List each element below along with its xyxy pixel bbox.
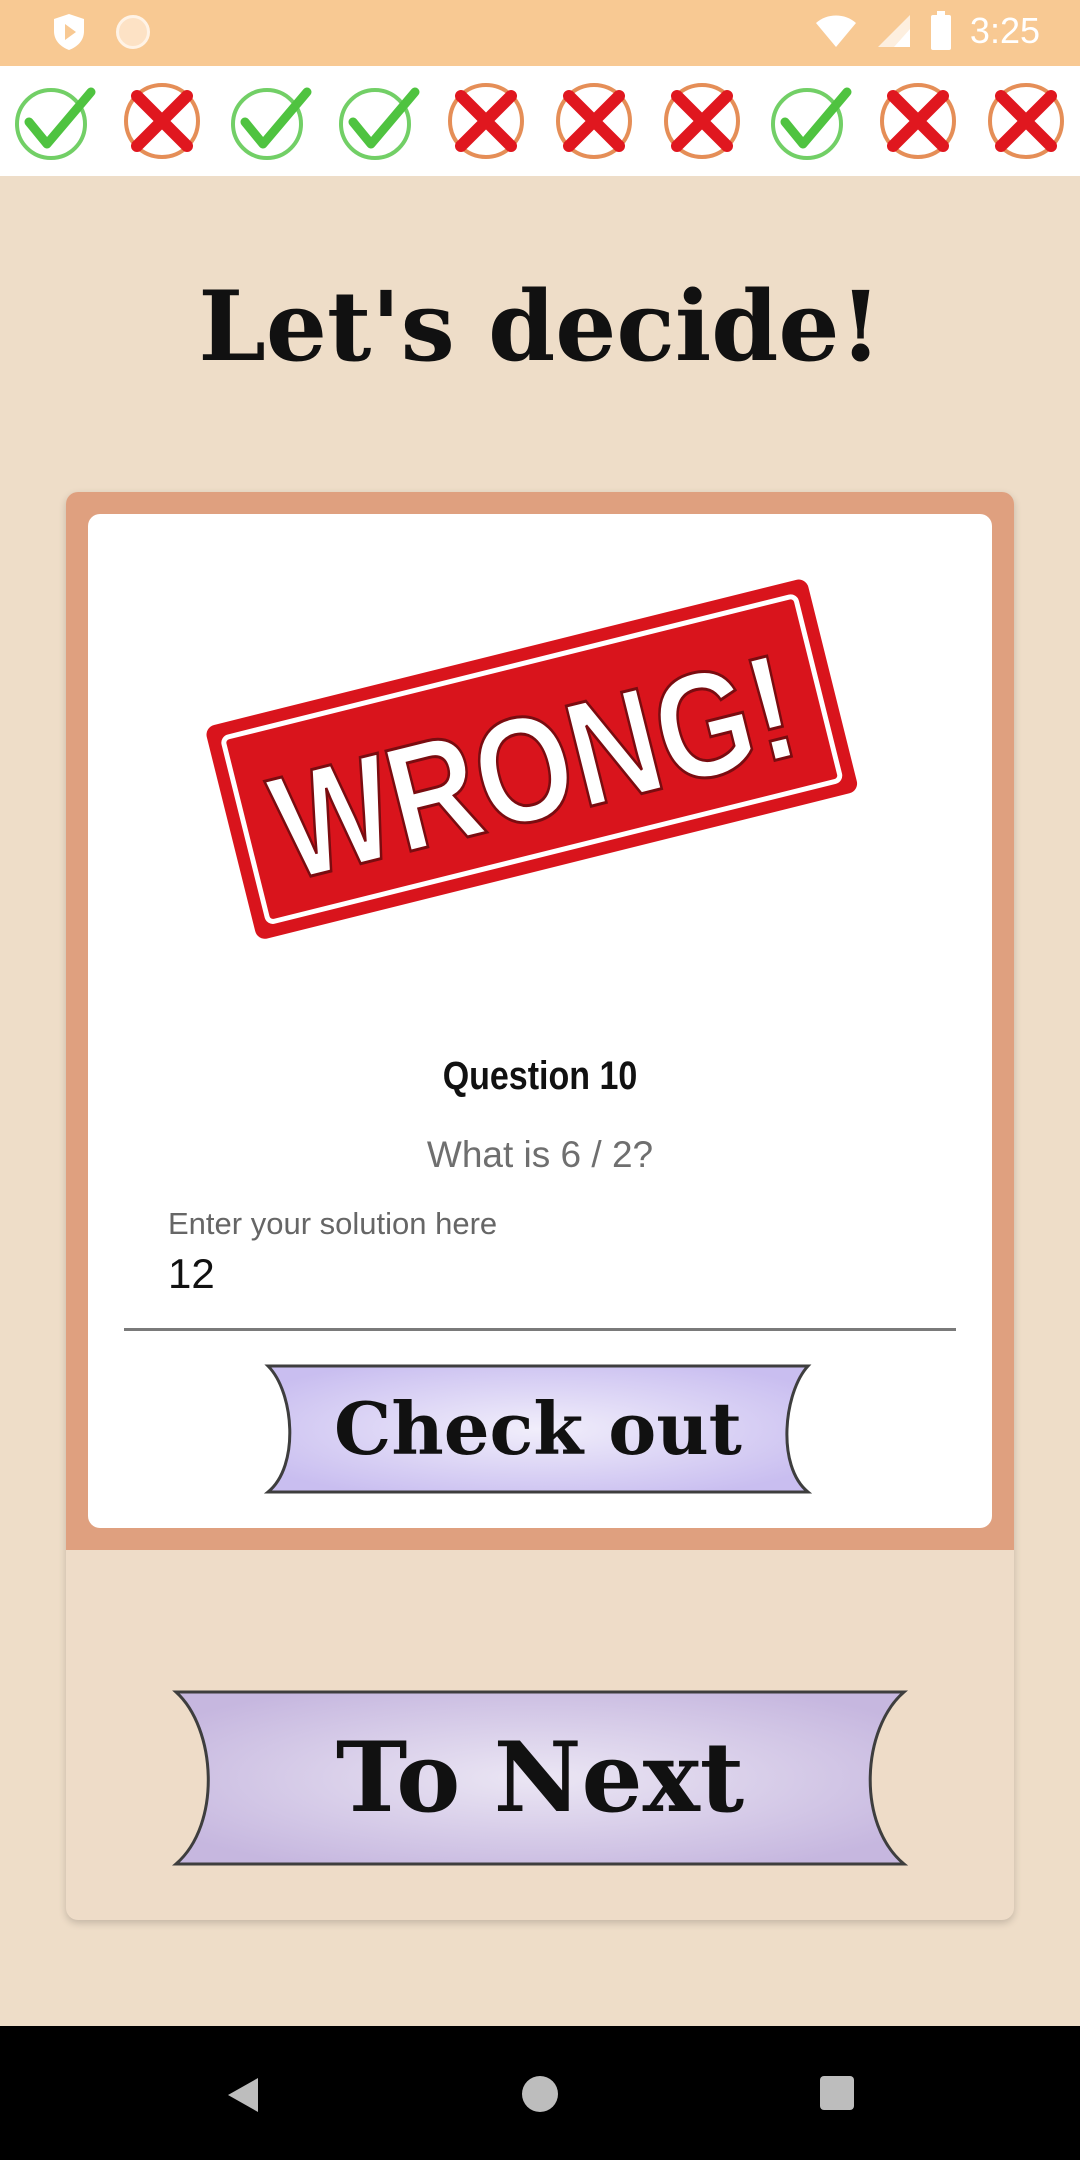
check-mark-icon bbox=[231, 87, 312, 160]
check-out-button[interactable]: Check out bbox=[264, 1362, 812, 1496]
page-title: Let's decide! bbox=[198, 270, 882, 383]
status-time: 3:25 bbox=[969, 10, 1040, 51]
to-next-label: To Next bbox=[335, 1721, 745, 1834]
back-icon[interactable] bbox=[226, 2076, 260, 2114]
question-card: WRONG! Question 10 What is 6 / 2? Enter … bbox=[66, 492, 1014, 1920]
cross-mark-icon bbox=[664, 83, 740, 159]
question-frame: WRONG! Question 10 What is 6 / 2? Enter … bbox=[66, 492, 1014, 1550]
check-mark-icon bbox=[771, 87, 852, 160]
shield-icon bbox=[54, 14, 84, 50]
circle-notification-icon bbox=[116, 15, 150, 49]
cross-mark-icon bbox=[880, 83, 956, 159]
question-title: Question 10 bbox=[442, 1054, 638, 1098]
cross-mark-icon bbox=[556, 83, 632, 159]
to-next-button[interactable]: To Next bbox=[172, 1688, 908, 1868]
question-text: What is 6 / 2? bbox=[426, 1134, 654, 1175]
cross-mark-icon bbox=[988, 83, 1064, 159]
solution-input-underline bbox=[124, 1328, 956, 1331]
cross-mark-icon bbox=[124, 83, 200, 159]
question-panel: WRONG! Question 10 What is 6 / 2? Enter … bbox=[88, 514, 992, 1528]
recents-icon[interactable] bbox=[820, 2076, 854, 2110]
navigation-bar bbox=[0, 2026, 1080, 2160]
wifi-icon bbox=[815, 15, 856, 47]
wrong-stamp-image: WRONG! bbox=[206, 579, 858, 939]
check-mark-icon bbox=[15, 87, 96, 160]
status-bar: 3:25 bbox=[0, 0, 1080, 66]
signal-icon bbox=[877, 15, 910, 47]
solution-input[interactable] bbox=[168, 1246, 908, 1302]
check-mark-icon bbox=[339, 87, 420, 160]
answer-history-bar bbox=[0, 66, 1080, 176]
battery-icon bbox=[930, 11, 951, 50]
cross-mark-icon bbox=[448, 83, 524, 159]
check-out-label: Check out bbox=[334, 1386, 742, 1471]
home-icon[interactable] bbox=[522, 2076, 558, 2112]
solution-field-label: Enter your solution here bbox=[168, 1206, 498, 1241]
